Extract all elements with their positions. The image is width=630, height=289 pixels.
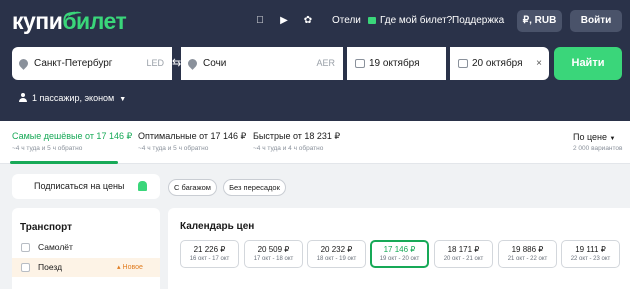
huawei-icon[interactable]: ✿ bbox=[303, 15, 313, 26]
calendar-icon bbox=[355, 59, 365, 68]
day-dates: 16 окт - 17 окт bbox=[189, 256, 230, 262]
chevron-down-icon: ▼ bbox=[609, 136, 616, 142]
day-price: 20 232 ₽ bbox=[320, 245, 353, 254]
currency-button[interactable]: ₽, RUB bbox=[517, 10, 562, 32]
subscribe-label: Подписаться на цены bbox=[34, 181, 125, 191]
day-price: 19 111 ₽ bbox=[575, 245, 606, 254]
passengers-selector[interactable]: 1 пассажир, эконом ▼ bbox=[19, 93, 126, 103]
day-dates: 19 окт - 20 окт bbox=[379, 256, 420, 262]
tab-fastest[interactable]: Быстрые от 18 231 ₽ ~4 ч туда и 4 ч обра… bbox=[253, 131, 340, 152]
day-price: 20 509 ₽ bbox=[257, 245, 290, 254]
return-date-field[interactable]: 20 октября × bbox=[450, 47, 549, 80]
from-field[interactable]: Санкт-Петербург LED bbox=[12, 47, 172, 80]
calendar-day[interactable]: 20 509 ₽ 17 окт - 18 окт bbox=[244, 240, 303, 268]
logo-part1: купи bbox=[12, 8, 63, 34]
to-city: Сочи bbox=[203, 58, 227, 69]
filter-chip-direct[interactable]: Без пересадок bbox=[223, 179, 286, 196]
return-date: 20 октября bbox=[472, 58, 523, 69]
departure-date-field[interactable]: 19 октября bbox=[347, 47, 446, 80]
sort-order-label: По цене ▼ bbox=[573, 132, 616, 142]
calendar-day[interactable]: 19 886 ₽ 21 окт - 22 окт bbox=[498, 240, 557, 268]
header: купибилет  ▶ ✿ Отели Где мой билет? Под… bbox=[0, 0, 630, 121]
tab-cheapest-label: Самые дешёвые от 17 146 ₽ bbox=[12, 131, 133, 141]
day-price: 19 886 ₽ bbox=[511, 245, 544, 254]
calendar-title: Календарь цен bbox=[180, 221, 255, 232]
tab-fastest-label: Быстрые от 18 231 ₽ bbox=[253, 131, 341, 141]
nav-my-ticket[interactable]: Где мой билет? bbox=[368, 15, 452, 26]
day-dates: 21 окт - 22 окт bbox=[507, 256, 548, 262]
day-dates: 22 окт - 23 окт bbox=[570, 256, 611, 262]
transport-option-train[interactable]: Поезд Новое bbox=[12, 258, 160, 277]
logo[interactable]: купибилет bbox=[12, 8, 127, 35]
app-icons:  ▶ ✿ bbox=[255, 13, 313, 27]
from-city: Санкт-Петербург bbox=[34, 58, 113, 69]
transport-option-label: Поезд bbox=[38, 262, 63, 272]
to-field[interactable]: Сочи AER bbox=[181, 47, 343, 80]
results-count: 2 000 вариантов bbox=[573, 145, 623, 152]
find-button[interactable]: Найти bbox=[554, 47, 622, 80]
location-pin-icon bbox=[186, 57, 199, 70]
calendar-icon bbox=[458, 59, 468, 68]
swap-icon[interactable]: ⇆ bbox=[172, 56, 181, 70]
day-price: 21 226 ₽ bbox=[193, 245, 226, 254]
filter-chip-baggage[interactable]: С багажом bbox=[168, 179, 217, 196]
departure-date: 19 октября bbox=[369, 58, 420, 69]
bell-icon bbox=[138, 181, 147, 191]
active-tab-indicator bbox=[10, 161, 118, 164]
calendar-day[interactable]: 21 226 ₽ 16 окт - 17 окт bbox=[180, 240, 239, 268]
from-code: LED bbox=[146, 58, 164, 68]
tab-optimal[interactable]: Оптимальные от 17 146 ₽ ~4 ч туда и 5 ч … bbox=[138, 131, 246, 152]
ticket-icon bbox=[368, 17, 376, 24]
checkbox[interactable] bbox=[21, 263, 30, 272]
nav-support[interactable]: Поддержка bbox=[452, 15, 504, 26]
calendar-day-selected[interactable]: 17 146 ₽ 19 окт - 20 окт bbox=[370, 240, 429, 268]
checkbox[interactable] bbox=[21, 243, 30, 252]
transport-option-plane[interactable]: Самолёт bbox=[12, 238, 160, 257]
tab-fastest-sub: ~4 ч туда и 4 ч обратно bbox=[253, 145, 324, 152]
tab-cheapest-sub: ~4 ч туда и 5 ч обратно bbox=[12, 145, 83, 152]
calendar-day[interactable]: 19 111 ₽ 22 окт - 23 окт bbox=[561, 240, 620, 268]
chevron-down-icon: ▼ bbox=[119, 96, 127, 103]
new-badge: Новое bbox=[117, 258, 143, 277]
subscribe-prices-button[interactable]: Подписаться на цены bbox=[12, 174, 160, 199]
transport-title: Транспорт bbox=[20, 222, 73, 233]
sort-order-selector[interactable]: По цене ▼ 2 000 вариантов bbox=[573, 132, 623, 152]
sort-bar: Самые дешёвые от 17 146 ₽ ~4 ч туда и 5 … bbox=[0, 121, 630, 164]
day-dates: 17 окт - 18 окт bbox=[253, 256, 294, 262]
tab-optimal-label: Оптимальные от 17 146 ₽ bbox=[138, 131, 247, 141]
tab-optimal-sub: ~4 ч туда и 5 ч обратно bbox=[138, 145, 209, 152]
person-icon bbox=[19, 93, 27, 102]
tab-cheapest[interactable]: Самые дешёвые от 17 146 ₽ ~4 ч туда и 5 … bbox=[12, 131, 132, 152]
day-price: 18 171 ₽ bbox=[447, 245, 480, 254]
calendar-day[interactable]: 20 232 ₽ 18 окт - 19 окт bbox=[307, 240, 366, 268]
passengers-label: 1 пассажир, эконом bbox=[32, 93, 115, 103]
day-price: 17 146 ₽ bbox=[383, 245, 416, 254]
day-dates: 18 окт - 19 окт bbox=[316, 256, 357, 262]
login-button[interactable]: Войти bbox=[570, 10, 622, 32]
clear-return-icon[interactable]: × bbox=[536, 47, 542, 80]
google-play-icon[interactable]: ▶ bbox=[279, 15, 289, 26]
nav-my-ticket-label: Где мой билет? bbox=[380, 15, 453, 26]
nav-hotels[interactable]: Отели bbox=[332, 15, 361, 26]
to-code: AER bbox=[316, 58, 335, 68]
day-dates: 20 окт - 21 окт bbox=[443, 256, 484, 262]
apple-icon[interactable]:  bbox=[255, 15, 265, 26]
transport-option-label: Самолёт bbox=[38, 242, 73, 252]
location-pin-icon bbox=[17, 57, 30, 70]
calendar-day[interactable]: 18 171 ₽ 20 окт - 21 окт bbox=[434, 240, 493, 268]
